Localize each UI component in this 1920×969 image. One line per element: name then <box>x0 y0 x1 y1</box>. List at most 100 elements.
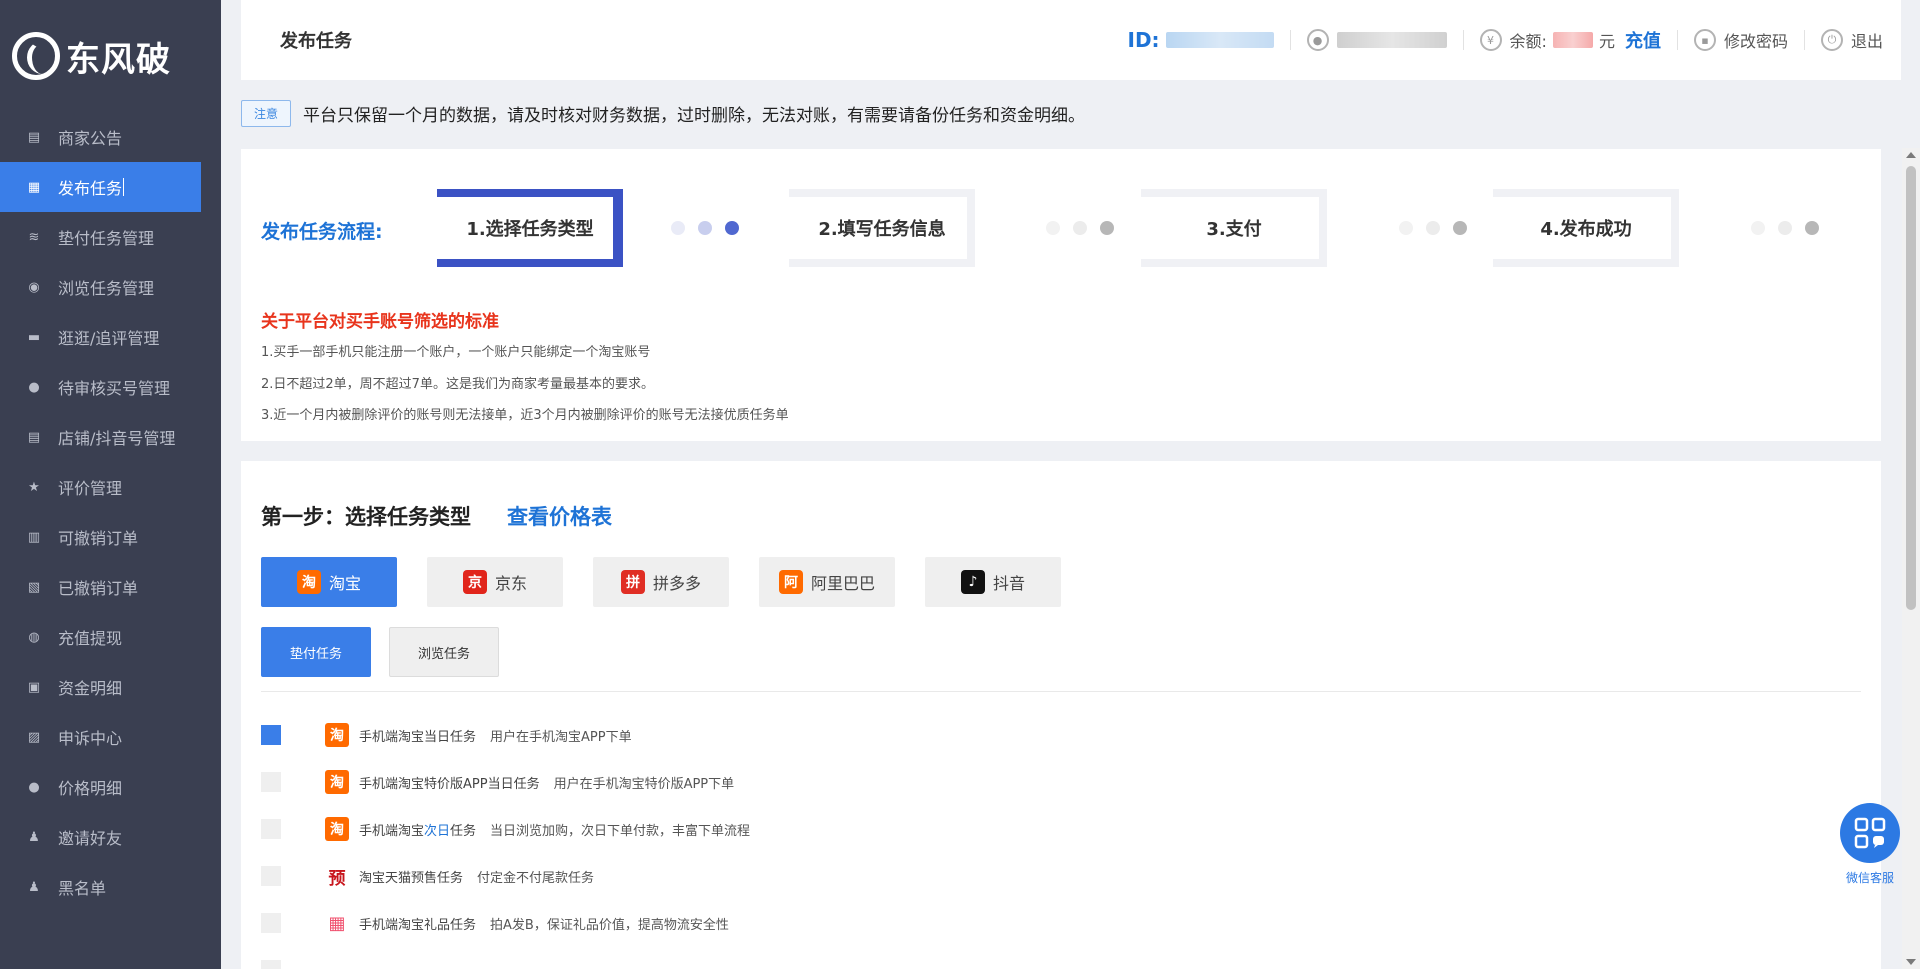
change-password-link[interactable]: 修改密码 <box>1724 28 1788 52</box>
flow-step-3: 3.支付 <box>1141 189 1327 267</box>
sidebar-item-label: 发布任务 <box>58 179 123 198</box>
sidebar-item-canceled-orders[interactable]: ▧ 已撤销订单 <box>0 562 221 612</box>
platform-label: 京东 <box>494 574 527 593</box>
complaint-icon: ▨ <box>27 729 41 745</box>
flow-dots <box>1046 221 1127 235</box>
task-option[interactable]: 淘 手机端淘宝当日任务 用户在手机淘宝APP下单 <box>261 722 632 748</box>
platform-taobao-button[interactable]: 淘 淘宝 <box>261 557 397 607</box>
task-option[interactable]: 预 淘宝天猫预售任务 付定金不付尾款任务 <box>261 863 594 889</box>
text-caret <box>123 178 125 196</box>
bag-icon: ◍ <box>28 629 40 645</box>
divider <box>1462 30 1464 50</box>
balance-value-redacted <box>1552 32 1593 48</box>
wallet-icon: ▣ <box>27 679 41 695</box>
platform-douyin-button[interactable]: ♪ 抖音 <box>925 557 1061 607</box>
standards-line: 1.买手一部手机只能注册一个账户，一个账户只能绑定一个淘宝账号 <box>261 345 651 360</box>
taobao-icon: 淘 <box>296 570 321 594</box>
option-checkbox[interactable] <box>261 913 281 933</box>
option-checkbox[interactable] <box>261 772 281 792</box>
jd-icon: 京 <box>462 570 487 594</box>
wechat-service-label: 微信客服 <box>1845 871 1894 885</box>
sidebar-item-label: 价格明细 <box>58 779 123 798</box>
taobao-icon: 淘 <box>325 770 349 794</box>
sidebar-item-blacklist[interactable]: ♟ 黑名单 <box>0 862 221 912</box>
sidebar-item-fund-details[interactable]: ▣ 资金明细 <box>0 662 221 712</box>
option-checkbox[interactable] <box>261 819 281 839</box>
task-type-advance-button[interactable]: 垫付任务 <box>261 627 371 677</box>
sidebar-item-stroll-review-mgmt[interactable]: ▬ 逛逛/追评管理 <box>0 312 221 362</box>
sidebar-item-advance-task-mgmt[interactable]: ≋ 垫付任务管理 <box>0 212 221 262</box>
option-checkbox[interactable] <box>261 866 281 886</box>
flow-step-2: 2.填写任务信息 <box>789 189 975 267</box>
sidebar-item-label: 邀请好友 <box>58 829 123 848</box>
sidebar-item-publish-task[interactable]: ▦ 发布任务 <box>0 162 201 212</box>
flow-dot <box>1399 221 1413 235</box>
price-table-link[interactable]: 查看价格表 <box>507 501 612 531</box>
task-option[interactable]: 淘 手机端淘宝特价版APP当日任务 用户在手机淘宝特价版APP下单 <box>261 769 734 795</box>
sidebar-item-recharge-withdraw[interactable]: ◍ 充值提现 <box>0 612 221 662</box>
sidebar-item-label: 资金明细 <box>58 679 123 698</box>
option-checkbox[interactable] <box>261 960 281 969</box>
douyin-icon: ♪ <box>960 570 985 594</box>
flow-dot <box>1073 221 1087 235</box>
coin-icon: ● <box>28 779 40 795</box>
platform-label: 阿里巴巴 <box>810 574 875 593</box>
sidebar-item-complaint-center[interactable]: ▨ 申诉中心 <box>0 712 221 762</box>
sidebar-item-label: 逛逛/追评管理 <box>58 329 160 348</box>
task-option[interactable]: ▦ 手机端淘宝礼品任务 拍A发B，保证礼品价值，提高物流安全性 <box>261 910 729 936</box>
user-plus-icon: ♟ <box>28 829 40 845</box>
sidebar-item-review-mgmt[interactable]: ★ 评价管理 <box>0 462 221 512</box>
option-checkbox[interactable] <box>261 725 281 745</box>
logout-link[interactable]: 退出 <box>1851 28 1883 52</box>
scroll-thumb[interactable] <box>1906 166 1916 610</box>
sidebar-item-label: 申诉中心 <box>58 729 123 748</box>
flow-step-label: 3.支付 <box>1206 219 1262 240</box>
task-type-card: 第一步：选择任务类型 查看价格表 淘 淘宝 京 京东 拼 拼多多 阿 阿里巴巴 … <box>241 461 1881 969</box>
page-scrollbar[interactable] <box>1902 148 1920 969</box>
task-option[interactable]: 淘 手机端淘宝次日任务 当日浏览加购，次日下单付款，丰富下单流程 <box>261 816 750 842</box>
sidebar-item-store-douyin-mgmt[interactable]: ▤ 店铺/抖音号管理 <box>0 412 221 462</box>
scroll-down-arrow-icon[interactable] <box>1906 959 1916 965</box>
currency-label: 元 <box>1598 32 1615 51</box>
star-icon: ★ <box>28 479 40 495</box>
chat-icon: ▬ <box>27 329 41 345</box>
sidebar-item-label: 黑名单 <box>58 879 107 898</box>
sidebar-item-browse-task-mgmt[interactable]: ◉ 浏览任务管理 <box>0 262 221 312</box>
platform-pinduoduo-button[interactable]: 拼 拼多多 <box>593 557 729 607</box>
presale-icon: 预 <box>325 864 349 889</box>
sidebar-item-pending-buyer-mgmt[interactable]: ● 待审核买号管理 <box>0 362 221 412</box>
sidebar-item-price-details[interactable]: ● 价格明细 <box>0 762 221 812</box>
sidebar-item-invite-friends[interactable]: ♟ 邀请好友 <box>0 812 221 862</box>
sidebar-item-merchant-notice[interactable]: ▤ 商家公告 <box>0 112 221 162</box>
taobao-icon: 淘 <box>325 817 349 841</box>
flow-card: 发布任务流程: 1.选择任务类型 2.填写任务信息 3.支付 4.发布成功 关于… <box>241 149 1881 441</box>
platform-alibaba-button[interactable]: 阿 阿里巴巴 <box>759 557 895 607</box>
standards-line: 3.近一个月内被删除评价的账号则无法接单，近3个月内被删除评价的账号无法接优质任… <box>261 408 789 423</box>
option-name-part: 任务 <box>450 823 477 839</box>
task-type-browse-button[interactable]: 浏览任务 <box>389 627 499 677</box>
wechat-service-button[interactable]: 微信客服 <box>1840 803 1900 886</box>
flow-dot <box>1046 221 1060 235</box>
money-icon: ≋ <box>28 229 40 245</box>
sidebar: 东风破 ▤ 商家公告 ▦ 发布任务 ≋ 垫付任务管理 ◉ 浏览任务管理 ▬ 逛逛/追评管理… <box>0 0 221 969</box>
lock-icon: ▪ <box>1693 29 1716 51</box>
logo[interactable]: 东风破 <box>0 0 221 112</box>
task-option[interactable] <box>261 957 325 969</box>
sidebar-item-cancelable-orders[interactable]: ▥ 可撤销订单 <box>0 512 221 562</box>
gift-icon: ▦ <box>325 911 349 935</box>
recharge-link[interactable]: 充值 <box>1625 27 1661 53</box>
sidebar-item-label: 评价管理 <box>58 479 123 498</box>
option-name: 淘宝天猫预售任务 <box>359 870 464 886</box>
option-name-highlight: 次日 <box>424 823 451 839</box>
power-icon: ⏻ <box>1820 29 1843 51</box>
option-name: 手机端淘宝礼品任务 <box>359 917 477 933</box>
scroll-up-arrow-icon[interactable] <box>1906 152 1916 158</box>
flow-label: 发布任务流程: <box>261 221 383 243</box>
flow-dot <box>725 221 739 235</box>
notice-bar: 注意 平台只保留一个月的数据，请及时核对财务数据，过时删除，无法对账，有需要请备… <box>241 100 1085 127</box>
username-redacted <box>1336 32 1447 48</box>
option-name: 手机端淘宝次日任务 <box>359 820 476 839</box>
platform-jd-button[interactable]: 京 京东 <box>427 557 563 607</box>
flow-step-1: 1.选择任务类型 <box>437 189 623 267</box>
id-value-redacted <box>1165 32 1274 48</box>
